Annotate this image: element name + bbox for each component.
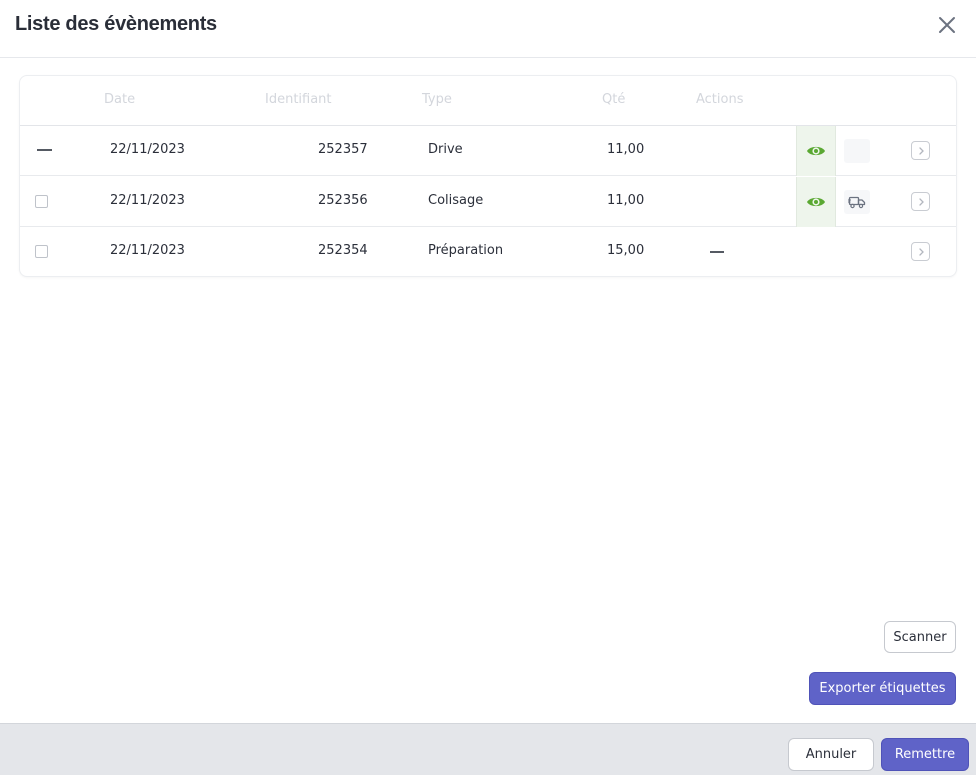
view-button[interactable]	[796, 126, 836, 176]
close-button[interactable]	[932, 12, 962, 40]
row-dash-marker	[37, 149, 52, 151]
shipping-button[interactable]	[844, 190, 870, 214]
close-icon	[939, 17, 955, 33]
chevron-right-icon	[918, 247, 924, 256]
column-header-date[interactable]: Date	[104, 92, 135, 107]
events-table: Date Identifiant Type Qté Actions 22/11/…	[19, 75, 957, 277]
scanner-button[interactable]: Scanner	[884, 621, 956, 653]
cell-type: Drive	[428, 142, 463, 157]
eye-icon	[807, 146, 825, 156]
cell-qty: 15,00	[607, 243, 645, 258]
row-checkbox[interactable]	[35, 245, 48, 258]
cell-date: 22/11/2023	[110, 193, 185, 208]
no-actions-dash	[710, 251, 724, 253]
export-labels-button[interactable]: Exporter étiquettes	[809, 672, 956, 705]
cancel-button[interactable]: Annuler	[788, 738, 874, 771]
cell-type: Colisage	[428, 193, 484, 208]
table-row[interactable]: 22/11/2023 252356 Colisage 11,00	[20, 177, 956, 227]
cell-identifiant: 252354	[318, 243, 368, 258]
eye-icon	[807, 197, 825, 207]
submit-button[interactable]: Remettre	[881, 738, 969, 771]
cell-identifiant: 252357	[318, 142, 368, 157]
chevron-right-icon	[918, 146, 924, 155]
column-header-qty[interactable]: Qté	[602, 92, 625, 107]
action-placeholder-button[interactable]	[844, 139, 870, 163]
cell-date: 22/11/2023	[110, 142, 185, 157]
cell-identifiant: 252356	[318, 193, 368, 208]
truck-icon	[848, 196, 866, 209]
modal-header: Liste des évènements	[0, 0, 976, 58]
column-header-actions: Actions	[696, 92, 744, 107]
view-button[interactable]	[796, 177, 836, 227]
cell-type: Préparation	[428, 243, 504, 258]
modal-title: Liste des évènements	[15, 13, 217, 35]
table-row[interactable]: 22/11/2023 252354 Préparation 15,00	[20, 227, 956, 276]
row-open-button[interactable]	[911, 242, 930, 261]
row-open-button[interactable]	[911, 192, 930, 211]
cell-qty: 11,00	[607, 142, 645, 157]
row-checkbox[interactable]	[35, 195, 48, 208]
table-row[interactable]: 22/11/2023 252357 Drive 11,00	[20, 126, 956, 176]
cell-qty: 11,00	[607, 193, 645, 208]
table-header: Date Identifiant Type Qté Actions	[20, 76, 956, 126]
chevron-right-icon	[918, 197, 924, 206]
modal-footer: Annuler Remettre	[0, 723, 976, 775]
row-open-button[interactable]	[911, 141, 930, 160]
cell-date: 22/11/2023	[110, 243, 185, 258]
column-header-type[interactable]: Type	[422, 92, 452, 107]
column-header-identifiant[interactable]: Identifiant	[265, 92, 332, 107]
